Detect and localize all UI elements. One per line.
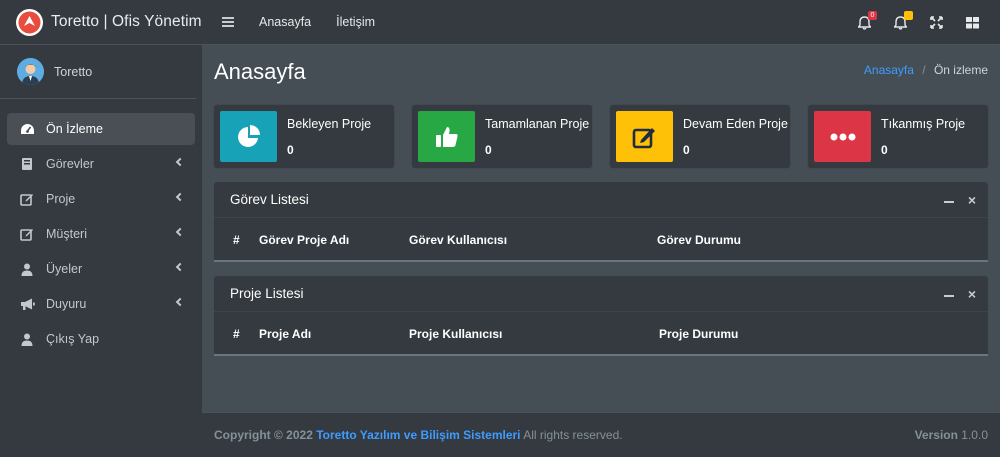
alerts-bell-icon[interactable] [892, 10, 913, 31]
brand-logo-icon [16, 8, 43, 36]
user-icon [19, 261, 35, 277]
version-label: Version [914, 428, 958, 442]
ellipsis-icon [814, 111, 871, 162]
column-header: Görev Proje Adı [259, 233, 350, 247]
info-box-number: 0 [683, 142, 690, 157]
nav-link-iletisim[interactable]: İletişim [336, 15, 375, 29]
sidebar-item-gorevler[interactable]: Görevler [7, 148, 195, 180]
info-boxes: Bekleyen Proje 0 Tamamlanan Proje 0 Deva… [214, 105, 988, 168]
info-box-label: Tıkanmış Proje [881, 116, 966, 131]
card-title: Görev Listesi [230, 192, 309, 207]
alerts-badge [904, 10, 913, 20]
sidebar-item-cikis-yap[interactable]: Çıkış Yap [7, 323, 195, 355]
chevron-left-icon [175, 297, 185, 307]
close-icon[interactable]: × [968, 287, 976, 301]
card-tools: × [943, 276, 976, 312]
footer-version: Version 1.0.0 [915, 428, 988, 442]
edit-icon [19, 191, 35, 207]
brand-link[interactable]: Toretto | Ofis Yönetim [0, 0, 202, 45]
card-header: Görev Listesi × [214, 182, 988, 218]
grid-layout-icon[interactable] [964, 15, 980, 31]
megaphone-icon [19, 296, 35, 312]
info-box-number: 0 [485, 142, 492, 157]
collapse-minus-icon[interactable] [943, 295, 954, 297]
sidebar-item-label: Üyeler [46, 262, 83, 276]
info-box-tikanmis[interactable]: Tıkanmış Proje 0 [808, 105, 988, 168]
info-box-label: Bekleyen Proje [287, 116, 372, 131]
column-header: Görev Durumu [657, 233, 742, 247]
sidebar-item-label: Müşteri [46, 227, 87, 241]
sidebar-item-label: Duyuru [46, 297, 87, 311]
info-box-tamamlanan[interactable]: Tamamlanan Proje 0 [412, 105, 592, 168]
sidebar-item-proje[interactable]: Proje [7, 183, 195, 215]
sidebar-nav: Ön İzleme Görevler Proje Müşteri Üyeler … [0, 99, 202, 355]
notifications-badge: 0 [868, 10, 877, 20]
column-header: Proje Kullanıcısı [409, 327, 503, 341]
company-link[interactable]: Toretto Yazılım ve Bilişim Sistemleri [316, 428, 520, 442]
sidebar-item-label: Ön İzleme [46, 122, 103, 136]
chevron-left-icon [175, 157, 185, 167]
sidebar-item-musteri[interactable]: Müşteri [7, 218, 195, 250]
copyright-prefix: Copyright © 2022 [214, 428, 313, 442]
user-icon [19, 331, 35, 347]
content-wrapper: Anasayfa Anasayfa / Ön izleme Bekleyen P… [202, 45, 1000, 412]
pie-chart-icon [220, 111, 277, 162]
sidebar-item-uyeler[interactable]: Üyeler [7, 253, 195, 285]
table-header-row: # Görev Proje Adı Görev Kullanıcısı Göre… [214, 218, 988, 262]
avatar [17, 58, 44, 85]
breadcrumb-current: Ön izleme [933, 63, 988, 77]
project-list-card: Proje Listesi × # Proje Adı Proje Kullan… [214, 276, 988, 356]
close-icon[interactable]: × [968, 193, 976, 207]
column-header: # [233, 327, 240, 341]
main-sidebar: Toretto | Ofis Yönetim Toretto Ön İzleme [0, 0, 202, 457]
user-name: Toretto [54, 64, 93, 79]
menu-toggle-icon[interactable] [222, 17, 234, 27]
notifications-bell-icon[interactable]: 0 [856, 10, 877, 31]
rights-text: All rights reserved. [523, 428, 623, 442]
top-navbar: Anasayfa İletişim 0 [202, 0, 1000, 45]
sidebar-item-label: Proje [46, 192, 76, 206]
dashboard-icon [19, 121, 35, 137]
column-header: Görev Kullanıcısı [409, 233, 508, 247]
edit-icon [19, 226, 35, 242]
info-box-number: 0 [881, 142, 888, 157]
user-panel[interactable]: Toretto [0, 45, 196, 99]
sidebar-item-label: Görevler [46, 157, 94, 171]
chevron-left-icon [175, 262, 185, 272]
info-box-bekleyen[interactable]: Bekleyen Proje 0 [214, 105, 394, 168]
sidebar-item-on-izleme[interactable]: Ön İzleme [7, 113, 195, 145]
version-number: 1.0.0 [961, 428, 988, 442]
edit-icon [616, 111, 673, 162]
fullscreen-icon[interactable] [928, 15, 944, 31]
thumbs-up-icon [418, 111, 475, 162]
navbar-right: 0 [856, 0, 980, 45]
brand-title: Toretto | Ofis Yönetim [51, 13, 202, 30]
card-tools: × [943, 182, 976, 218]
breadcrumb-home-link[interactable]: Anasayfa [864, 63, 914, 77]
info-box-label: Devam Eden Proje [683, 116, 788, 131]
book-icon [19, 156, 35, 172]
main-footer: Copyright © 2022 Toretto Yazılım ve Bili… [202, 412, 1000, 457]
column-header: Proje Adı [259, 327, 312, 341]
card-title: Proje Listesi [230, 286, 304, 301]
sidebar-item-duyuru[interactable]: Duyuru [7, 288, 195, 320]
column-header: # [233, 233, 240, 247]
nav-link-anasayfa[interactable]: Anasayfa [259, 15, 311, 29]
breadcrumb-separator: / [922, 63, 926, 77]
column-header: Proje Durumu [659, 327, 739, 341]
chevron-left-icon [175, 227, 185, 237]
info-box-devam-eden[interactable]: Devam Eden Proje 0 [610, 105, 790, 168]
breadcrumb: Anasayfa / Ön izleme [864, 63, 988, 77]
info-box-label: Tamamlanan Proje [485, 116, 590, 131]
footer-copyright: Copyright © 2022 Toretto Yazılım ve Bili… [214, 428, 623, 442]
page-title: Anasayfa [214, 59, 306, 84]
table-header-row: # Proje Adı Proje Kullanıcısı Proje Duru… [214, 312, 988, 356]
collapse-minus-icon[interactable] [943, 201, 954, 203]
sidebar-item-label: Çıkış Yap [46, 332, 100, 346]
info-box-number: 0 [287, 142, 294, 157]
task-list-card: Görev Listesi × # Görev Proje Adı Görev … [214, 182, 988, 262]
chevron-left-icon [175, 192, 185, 202]
card-header: Proje Listesi × [214, 276, 988, 312]
